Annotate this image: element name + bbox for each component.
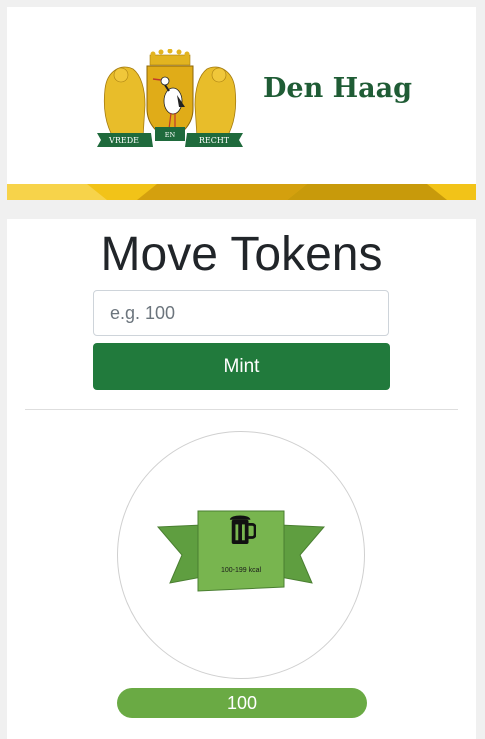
page-title: Move Tokens [100,228,383,281]
mint-button[interactable]: Mint [93,343,390,390]
amount-input[interactable] [93,290,389,336]
coat-of-arms-logo: VREDE EN RECHT [97,49,243,147]
svg-text:RECHT: RECHT [199,136,230,145]
token-label: 100-199 kcal [220,567,262,574]
brand-name: Den Haag [263,73,413,104]
token-circle[interactable]: 100-199 kcal [117,431,365,679]
svg-text:VREDE: VREDE [108,136,139,145]
header-card: VREDE EN RECHT Den Haag [7,7,476,200]
main-card: Move Tokens Mint 100-199 kcal 100 [7,219,476,739]
svg-text:EN: EN [165,131,176,139]
header-stripe [7,184,476,200]
beer-mug-icon [229,515,256,544]
divider [25,409,458,410]
token-balance: 100 [117,688,367,718]
